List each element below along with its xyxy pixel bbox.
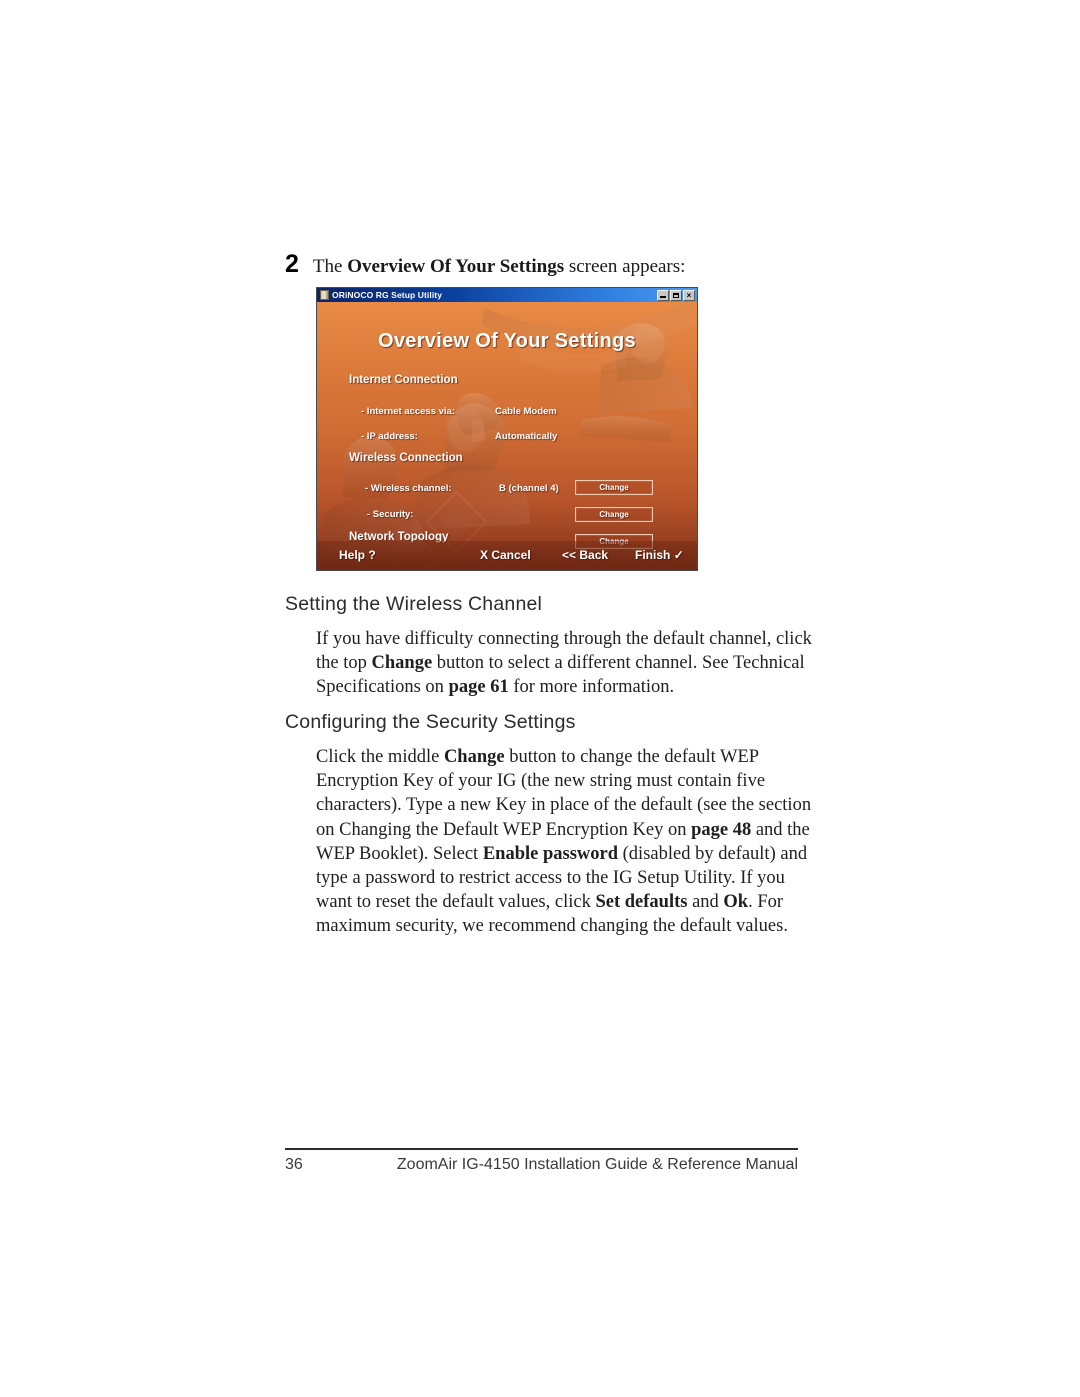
section-heading-wireless-connection: Wireless Connection: [349, 452, 463, 464]
heading-setting-wireless-channel: Setting the Wireless Channel: [285, 593, 543, 615]
close-icon[interactable]: ×: [683, 289, 695, 301]
row-value-wireless-channel: B (channel 4): [499, 483, 559, 494]
step-2-line: 2 The Overview Of Your Settings screen a…: [285, 252, 805, 279]
para-bold-page-61: page 61: [448, 677, 509, 698]
window-title: ORiNOCO RG Setup Utility: [332, 290, 443, 300]
window-controls: ×: [657, 289, 695, 301]
heading-configuring-security-settings: Configuring the Security Settings: [285, 711, 576, 733]
footer-manual-title: ZoomAir IG-4150 Installation Guide & Ref…: [396, 1156, 798, 1173]
row-label-wireless-channel: - Wireless channel:: [365, 483, 452, 494]
step-text-after: screen appears:: [564, 256, 686, 277]
wizard-heading: Overview Of Your Settings: [378, 330, 636, 352]
change-button-security[interactable]: Change: [575, 507, 653, 522]
row-value-internet-access-via: Cable Modem: [495, 406, 557, 417]
maximize-icon[interactable]: [670, 289, 682, 301]
para-bold-enable-password: Enable password: [482, 843, 619, 864]
back-button[interactable]: << Back: [562, 548, 608, 562]
row-value-ip-address: Automatically: [495, 431, 558, 442]
window-title-bar: ORiNOCO RG Setup Utility ×: [317, 288, 697, 302]
check-icon: ✓: [673, 548, 684, 562]
step-text-before: The: [312, 256, 348, 277]
minimize-icon[interactable]: [657, 289, 669, 301]
finish-label: Finish: [635, 548, 671, 562]
cancel-button[interactable]: X Cancel: [480, 548, 531, 562]
change-button-wireless-channel[interactable]: Change: [575, 480, 653, 495]
step-number: 2: [285, 250, 299, 278]
finish-button[interactable]: Finish ✓: [635, 548, 684, 562]
para-text: for more information.: [508, 677, 675, 698]
step-text-bold: Overview Of Your Settings: [347, 256, 565, 277]
section-heading-internet-connection: Internet Connection: [349, 374, 458, 386]
document-page: 2 The Overview Of Your Settings screen a…: [0, 0, 1080, 1397]
help-button[interactable]: Help ?: [339, 548, 376, 562]
para-bold-page-48: page 48: [691, 819, 752, 840]
para-bold-ok: Ok: [723, 892, 749, 913]
para-text: and: [687, 892, 724, 913]
step-text: The Overview Of Your Settings screen app…: [313, 256, 686, 279]
footer-rule: [285, 1148, 798, 1150]
row-label-security: - Security:: [367, 509, 414, 520]
para-text: Click the middle: [316, 747, 444, 767]
wizard-footer: Help ? X Cancel << Back Finish ✓: [317, 541, 697, 570]
paragraph-security-settings: Click the middle Change button to change…: [316, 745, 816, 939]
para-bold-set-defaults: Set defaults: [595, 892, 688, 913]
paragraph-wireless-channel: If you have difficulty connecting throug…: [316, 627, 816, 700]
wizard-body: Overview Of Your Settings Internet Conne…: [317, 302, 697, 570]
row-label-ip-address: - IP address:: [361, 431, 418, 442]
row-label-internet-access-via: - Internet access via:: [361, 406, 455, 417]
setup-utility-screenshot: ORiNOCO RG Setup Utility × Overview Of Y…: [316, 287, 698, 571]
para-bold-change: Change: [443, 747, 505, 767]
application-icon: [320, 290, 329, 300]
para-bold-change: Change: [371, 653, 433, 674]
